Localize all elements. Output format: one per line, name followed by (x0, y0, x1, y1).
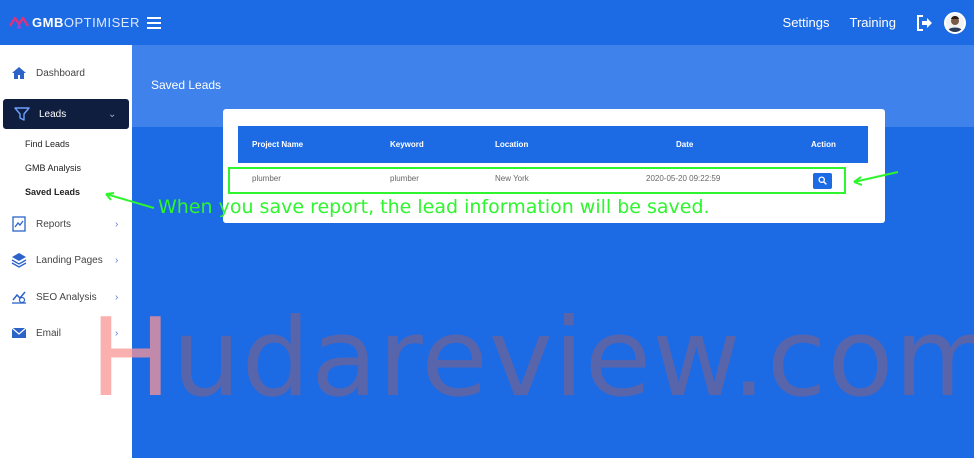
training-link[interactable]: Training (850, 15, 896, 30)
sidebar-item-label: Leads (39, 108, 67, 120)
top-nav-links: Settings Training (783, 0, 974, 45)
top-navbar: GMBOPTIMISER Settings Training (0, 0, 974, 45)
annotation-text: When you save report, the lead informati… (158, 196, 710, 218)
logout-icon[interactable] (916, 14, 934, 32)
chevron-right-icon: › (115, 254, 119, 266)
sidebar-subitem-find-leads[interactable]: Find Leads (25, 139, 70, 149)
cell-location: New York (495, 174, 529, 183)
sidebar-item-reports[interactable]: Reports › (0, 209, 132, 239)
view-lead-button[interactable] (813, 173, 832, 189)
cell-keyword: plumber (390, 174, 419, 183)
arrow-left-icon (853, 171, 899, 186)
settings-link[interactable]: Settings (783, 15, 830, 30)
column-header-keyword: Keyword (390, 140, 424, 149)
sidebar-item-label: SEO Analysis (36, 291, 97, 303)
sidebar-item-label: Landing Pages (36, 254, 103, 266)
app-logo[interactable]: GMBOPTIMISER (8, 15, 140, 30)
avatar-person-icon (947, 15, 963, 32)
sidebar-item-landing-pages[interactable]: Landing Pages › (0, 245, 132, 275)
arrow-left-icon (105, 192, 155, 209)
table-header (238, 126, 868, 163)
sidebar-item-dashboard[interactable]: Dashboard (0, 58, 132, 88)
column-header-action: Action (811, 140, 836, 149)
sidebar-subitem-gmb-analysis[interactable]: GMB Analysis (25, 163, 81, 173)
logo-icon (8, 16, 30, 29)
chevron-down-icon: ⌄ (108, 108, 117, 120)
highlighted-table-row (228, 167, 846, 194)
sidebar-item-leads[interactable]: Leads ⌄ (3, 99, 129, 129)
envelope-icon (11, 327, 27, 338)
chevron-right-icon: › (115, 218, 119, 230)
column-header-project-name: Project Name (252, 140, 304, 149)
cell-date: 2020-05-20 09:22:59 (646, 174, 721, 183)
layers-icon (11, 253, 27, 268)
cell-project-name: plumber (252, 174, 281, 183)
search-icon (818, 176, 827, 185)
sidebar-item-label: Reports (36, 218, 72, 230)
column-header-date: Date (676, 140, 694, 149)
analytics-icon (12, 291, 26, 304)
column-header-location: Location (495, 140, 529, 149)
sidebar-subitem-saved-leads[interactable]: Saved Leads (25, 187, 80, 197)
logo-text: GMBOPTIMISER (32, 15, 140, 30)
page-title: Saved Leads (151, 78, 222, 92)
watermark: Hudareview.com (90, 296, 974, 421)
sidebar-item-label: Dashboard (36, 67, 85, 79)
sidebar-item-label: Email (36, 327, 62, 339)
report-chart-icon (12, 216, 26, 232)
home-icon (12, 67, 26, 79)
funnel-icon (14, 107, 30, 121)
user-avatar[interactable] (944, 11, 966, 34)
hamburger-menu-icon[interactable] (147, 17, 161, 29)
